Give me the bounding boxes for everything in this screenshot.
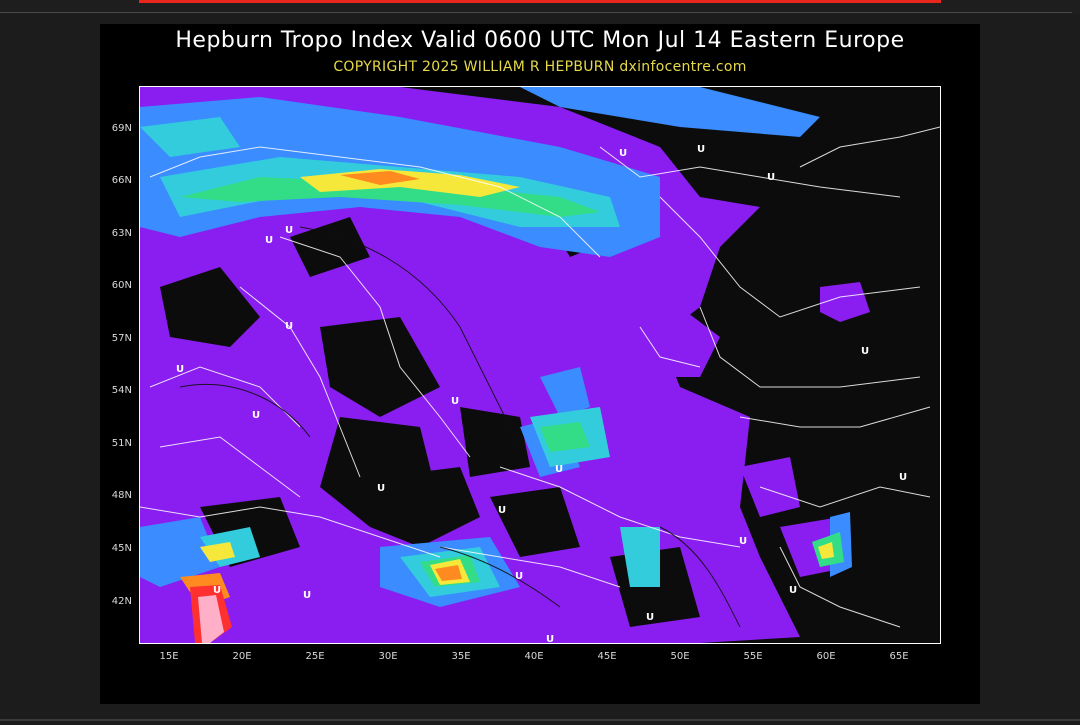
pressure-marker: U (285, 225, 294, 236)
pressure-marker: U (546, 634, 555, 645)
lat-label: 63N (111, 228, 132, 239)
pressure-marker: U (899, 472, 908, 483)
bottom-divider (0, 719, 1080, 721)
pressure-marker: U (176, 364, 185, 375)
copyright-line: COPYRIGHT 2025 WILLIAM R HEPBURN dxinfoc… (333, 59, 747, 75)
map-title: Hepburn Tropo Index Valid 0600 UTC Mon J… (175, 28, 905, 53)
lon-label: 40E (524, 651, 544, 662)
pressure-marker: U (377, 483, 386, 494)
pressure-marker: U (739, 536, 748, 547)
tropo-map (139, 86, 941, 644)
pressure-marker: U (789, 585, 798, 596)
pressure-marker: U (555, 464, 564, 475)
lat-label: 57N (111, 333, 132, 344)
pressure-marker: U (303, 590, 312, 601)
pressure-marker: U (861, 346, 870, 357)
pressure-marker: U (515, 571, 524, 582)
lon-label: 25E (305, 651, 325, 662)
pressure-marker: U (498, 505, 507, 516)
lon-label: 65E (889, 651, 909, 662)
top-divider (0, 12, 1072, 13)
pressure-marker: U (213, 585, 222, 596)
pressure-marker: U (252, 410, 261, 421)
pressure-marker: U (646, 612, 655, 623)
lat-label: 60N (111, 280, 132, 291)
lat-label: 51N (111, 438, 132, 449)
lon-label: 35E (451, 651, 471, 662)
lat-label: 48N (111, 490, 132, 501)
pressure-marker: U (265, 235, 274, 246)
lat-label: 45N (111, 543, 132, 554)
lat-label: 42N (111, 596, 132, 607)
lon-label: 20E (232, 651, 252, 662)
pressure-marker: U (619, 148, 628, 159)
lat-label: 66N (111, 175, 132, 186)
lon-label: 15E (159, 651, 179, 662)
red-progress-line (139, 0, 941, 3)
lon-label: 50E (670, 651, 690, 662)
pressure-marker: U (767, 172, 776, 183)
lon-label: 45E (597, 651, 617, 662)
lat-label: 69N (111, 123, 132, 134)
lon-label: 60E (816, 651, 836, 662)
tropo-map-graphic (140, 87, 940, 643)
pressure-marker: U (451, 396, 460, 407)
pressure-marker: U (285, 321, 294, 332)
pressure-marker: U (697, 144, 706, 155)
lat-label: 54N (111, 385, 132, 396)
lon-label: 30E (378, 651, 398, 662)
lon-label: 55E (743, 651, 763, 662)
